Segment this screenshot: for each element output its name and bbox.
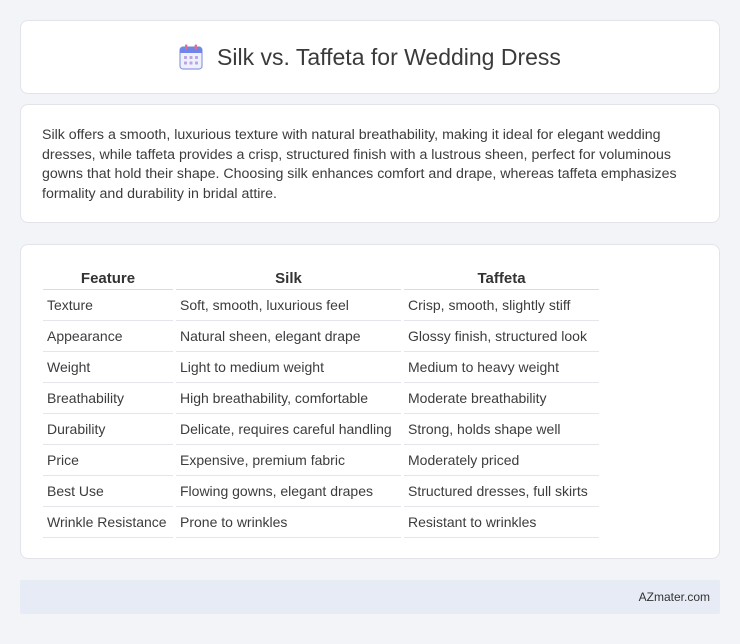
table-row: Appearance Natural sheen, elegant drape … — [43, 321, 599, 352]
feature-cell: Wrinkle Resistance — [43, 507, 173, 538]
table-row: Texture Soft, smooth, luxurious feel Cri… — [43, 290, 599, 321]
taffeta-cell: Moderately priced — [404, 445, 599, 476]
feature-cell: Breathability — [43, 383, 173, 414]
column-header-taffeta: Taffeta — [404, 267, 599, 290]
footer-site-link[interactable]: AZmater.com — [639, 590, 710, 604]
page-title: Silk vs. Taffeta for Wedding Dress — [217, 43, 561, 70]
taffeta-cell: Structured dresses, full skirts — [404, 476, 599, 507]
title-wrap: Silk vs. Taffeta for Wedding Dress — [179, 44, 561, 71]
taffeta-cell: Moderate breathability — [404, 383, 599, 414]
summary-text: Silk offers a smooth, luxurious texture … — [42, 127, 677, 202]
silk-cell: Light to medium weight — [176, 352, 401, 383]
taffeta-cell: Crisp, smooth, slightly stiff — [404, 290, 599, 321]
table-header-row: Feature Silk Taffeta — [43, 267, 599, 290]
table-row: Wrinkle Resistance Prone to wrinkles Res… — [43, 507, 599, 538]
summary-card: Silk offers a smooth, luxurious texture … — [20, 104, 720, 223]
taffeta-cell: Strong, holds shape well — [404, 414, 599, 445]
column-header-silk: Silk — [176, 267, 401, 290]
taffeta-cell: Resistant to wrinkles — [404, 507, 599, 538]
comparison-card: Feature Silk Taffeta Texture Soft, smoot… — [20, 244, 720, 559]
table-row: Price Expensive, premium fabric Moderate… — [43, 445, 599, 476]
silk-cell: Expensive, premium fabric — [176, 445, 401, 476]
feature-cell: Best Use — [43, 476, 173, 507]
feature-cell: Appearance — [43, 321, 173, 352]
title-card: Silk vs. Taffeta for Wedding Dress — [20, 20, 720, 94]
feature-cell: Weight — [43, 352, 173, 383]
table-row: Best Use Flowing gowns, elegant drapes S… — [43, 476, 599, 507]
table-row: Breathability High breathability, comfor… — [43, 383, 599, 414]
table-row: Durability Delicate, requires careful ha… — [43, 414, 599, 445]
silk-cell: Natural sheen, elegant drape — [176, 321, 401, 352]
silk-cell: High breathability, comfortable — [176, 383, 401, 414]
calendar-icon — [179, 44, 203, 70]
taffeta-cell: Glossy finish, structured look — [404, 321, 599, 352]
footer-bar: AZmater.com — [20, 580, 720, 614]
silk-cell: Soft, smooth, luxurious feel — [176, 290, 401, 321]
table-row: Weight Light to medium weight Medium to … — [43, 352, 599, 383]
comparison-table: Feature Silk Taffeta Texture Soft, smoot… — [40, 267, 602, 538]
silk-cell: Flowing gowns, elegant drapes — [176, 476, 401, 507]
silk-cell: Prone to wrinkles — [176, 507, 401, 538]
feature-cell: Durability — [43, 414, 173, 445]
silk-cell: Delicate, requires careful handling — [176, 414, 401, 445]
feature-cell: Price — [43, 445, 173, 476]
taffeta-cell: Medium to heavy weight — [404, 352, 599, 383]
column-header-feature: Feature — [43, 267, 173, 290]
feature-cell: Texture — [43, 290, 173, 321]
